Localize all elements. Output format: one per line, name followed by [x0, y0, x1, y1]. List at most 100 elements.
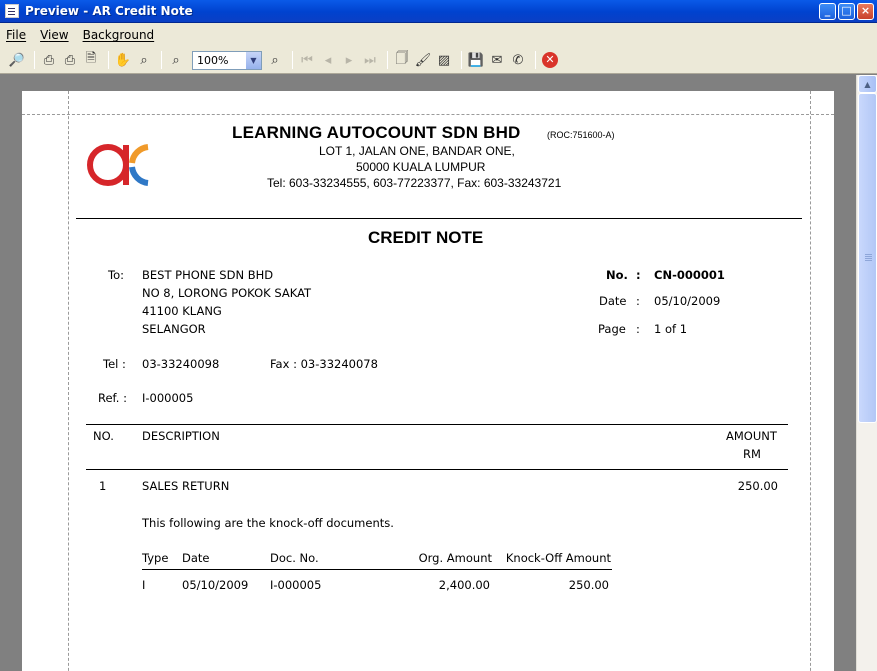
- no-label: No.: [606, 268, 628, 282]
- preview-area[interactable]: LEARNING AUTOCOUNT SDN BHD (ROC:751600-A…: [0, 75, 856, 671]
- page-colon: :: [636, 322, 640, 336]
- email-icon[interactable]: ✉: [488, 51, 506, 69]
- row-description: SALES RETURN: [142, 479, 230, 493]
- page-setup-icon[interactable]: 🗍: [393, 51, 411, 69]
- ko-row-type: I: [142, 578, 146, 592]
- ko-header-ko-amount: Knock-Off Amount: [505, 551, 611, 565]
- window-title: Preview - AR Credit Note: [25, 4, 193, 18]
- col-header-amount: AMOUNT: [726, 429, 777, 443]
- window-titlebar[interactable]: Preview - AR Credit Note _ □ ×: [0, 0, 877, 23]
- paint-icon[interactable]: 🖌: [414, 51, 432, 69]
- no-colon: :: [636, 268, 641, 282]
- company-address-2: 50000 KUALA LUMPUR: [356, 160, 486, 174]
- to-line-3: 41100 KLANG: [142, 304, 222, 318]
- menu-background[interactable]: Background: [83, 28, 155, 42]
- document-title: CREDIT NOTE: [368, 228, 484, 247]
- menu-background-key: B: [82, 28, 91, 42]
- to-line-4: SELANGOR: [142, 322, 206, 336]
- company-name: LEARNING AUTOCOUNT SDN BHD: [232, 123, 521, 142]
- page-number: 1 of 1: [654, 322, 688, 336]
- date-label: Date: [599, 294, 627, 308]
- prev-page-icon[interactable]: ◂: [319, 51, 337, 69]
- binoculars-icon[interactable]: 🔎: [8, 51, 26, 69]
- export-icon[interactable]: 🗎: [82, 51, 100, 69]
- ref-label: Ref. :: [98, 391, 127, 405]
- toolbar-separator: [292, 51, 293, 69]
- ref-value: I-000005: [142, 391, 194, 405]
- ko-row-date: 05/10/2009: [182, 578, 249, 592]
- menu-background-rest: ackground: [90, 28, 155, 42]
- logo-arc-orange: [129, 144, 149, 164]
- col-header-no: NO.: [93, 429, 114, 443]
- tel-value: 03-33240098: [142, 357, 220, 371]
- print-icon[interactable]: ⎙: [61, 51, 79, 69]
- to-line-2: NO 8, LORONG POKOK SAKAT: [142, 286, 312, 300]
- company-contact: Tel: 603-33234555, 603-77223377, Fax: 60…: [267, 176, 562, 190]
- header-divider: [76, 218, 802, 219]
- logo-ring-a: [87, 144, 129, 186]
- date-colon: :: [636, 294, 640, 308]
- watermark-icon[interactable]: ▨: [435, 51, 453, 69]
- maximize-button[interactable]: □: [838, 3, 855, 20]
- zoom-select[interactable]: 100% ▼: [192, 50, 262, 70]
- menu-view-rest: iew: [48, 28, 69, 42]
- company-logo: [87, 144, 149, 186]
- menu-file[interactable]: File: [6, 28, 26, 42]
- tel-label: Tel :: [103, 357, 126, 371]
- menu-view-key: V: [40, 28, 49, 42]
- document-date: 05/10/2009: [654, 294, 721, 308]
- document-icon: [5, 4, 19, 18]
- to-label: To:: [108, 268, 124, 282]
- menu-bar: File View Background: [0, 23, 877, 47]
- menu-view[interactable]: View: [40, 28, 68, 42]
- magnifier-icon[interactable]: ⌕: [135, 51, 153, 69]
- ko-header-docno: Doc. No.: [270, 551, 319, 565]
- minimize-button[interactable]: _: [819, 3, 836, 20]
- zoom-out-icon[interactable]: ⌕: [167, 51, 185, 69]
- margin-guide-left: [68, 91, 69, 671]
- ko-header-line: [142, 569, 612, 570]
- hand-icon[interactable]: ✋: [114, 51, 132, 69]
- chevron-down-icon[interactable]: ▼: [246, 51, 261, 69]
- ko-header-org-amount: Org. Amount: [418, 551, 492, 565]
- next-page-icon[interactable]: ▸: [340, 51, 358, 69]
- print-setup-icon[interactable]: ⎙: [40, 51, 58, 69]
- toolbar: 🔎 ⎙ ⎙ 🗎 ✋ ⌕ ⌕ 100% ▼ ⌕ ⏮ ◂ ▸ ⏭ 🗍 🖌 ▨ 💾 ✉…: [0, 47, 877, 74]
- row-no: 1: [99, 479, 107, 493]
- page-label: Page: [598, 322, 626, 336]
- vertical-scrollbar[interactable]: ▲: [856, 75, 877, 671]
- fax-value: Fax : 03-33240078: [270, 357, 378, 371]
- ko-header-date: Date: [182, 551, 210, 565]
- first-page-icon[interactable]: ⏮: [298, 51, 316, 69]
- toolbar-separator: [535, 51, 536, 69]
- col-header-description: DESCRIPTION: [142, 429, 220, 443]
- toolbar-separator: [461, 51, 462, 69]
- margin-guide-top: [22, 114, 834, 115]
- zoom-in-icon[interactable]: ⌕: [266, 51, 284, 69]
- company-roc: (ROC:751600-A): [547, 130, 615, 140]
- menu-file-rest: ile: [12, 28, 27, 42]
- ko-row-ko-amount: 250.00: [568, 578, 609, 592]
- window-controls: _ □ ×: [819, 3, 874, 20]
- credit-note-number: CN-000001: [654, 268, 725, 282]
- close-circle-icon: ✕: [542, 52, 558, 68]
- toolbar-separator: [34, 51, 35, 69]
- scroll-up-icon[interactable]: ▲: [858, 75, 877, 93]
- fax-icon[interactable]: ✆: [509, 51, 527, 69]
- company-address-1: LOT 1, JALAN ONE, BANDAR ONE,: [319, 144, 515, 158]
- save-icon[interactable]: 💾: [467, 51, 485, 69]
- close-preview-icon[interactable]: ✕: [541, 51, 559, 69]
- to-line-1: BEST PHONE SDN BHD: [142, 268, 274, 282]
- report-page: LEARNING AUTOCOUNT SDN BHD (ROC:751600-A…: [22, 91, 834, 671]
- ko-row-docno: I-000005: [270, 578, 322, 592]
- logo-arc-blue: [129, 166, 149, 186]
- toolbar-separator: [108, 51, 109, 69]
- row-amount: 250.00: [737, 479, 778, 493]
- ko-header-type: Type: [142, 551, 169, 565]
- scroll-thumb[interactable]: [858, 93, 877, 423]
- last-page-icon[interactable]: ⏭: [361, 51, 379, 69]
- close-button[interactable]: ×: [857, 3, 874, 20]
- knockoff-intro: This following are the knock-off documen…: [142, 516, 394, 530]
- ko-row-org-amount: 2,400.00: [438, 578, 490, 592]
- col-header-currency: RM: [743, 447, 761, 461]
